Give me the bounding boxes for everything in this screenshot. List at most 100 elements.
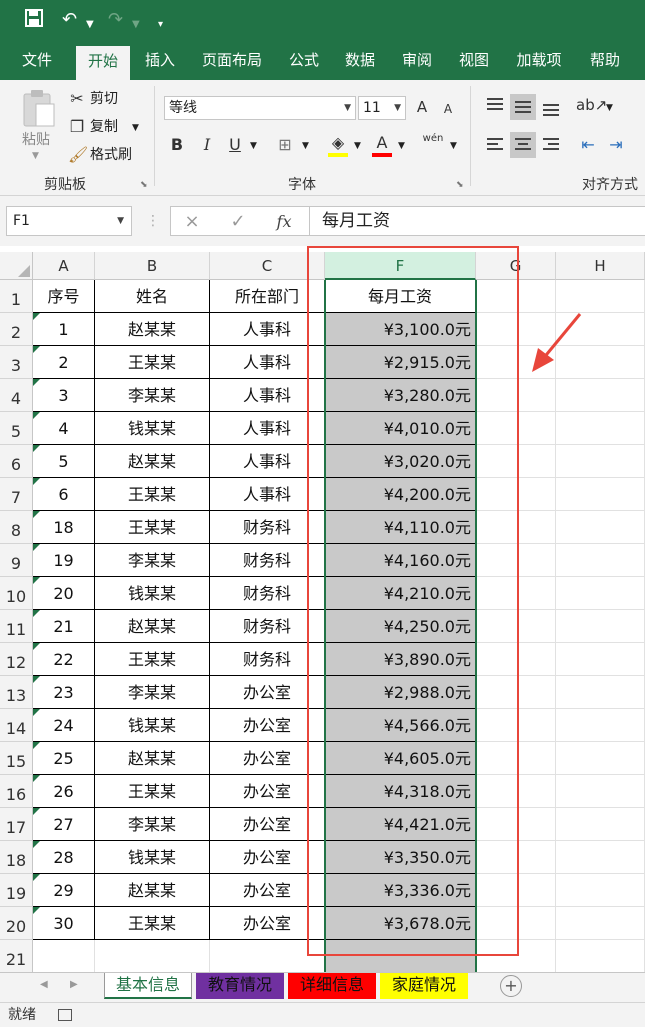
cell-a[interactable]: 26 [33,775,95,808]
cell-a[interactable]: 24 [33,709,95,742]
clipboard-launcher-icon[interactable]: ⬊ [140,180,148,190]
cell-a[interactable]: 4 [33,412,95,445]
empty-cell[interactable] [556,676,645,709]
cell-b[interactable]: 王某某 [95,907,210,940]
cell-b[interactable]: 王某某 [95,478,210,511]
tab-view[interactable]: 视图 [448,42,500,80]
align-bottom-button[interactable] [538,94,564,120]
cell-b[interactable]: 李某某 [95,808,210,841]
row-header[interactable]: 18 [0,841,33,874]
phonetic-guide-icon[interactable]: wén [420,132,446,146]
row-header[interactable]: 3 [0,346,33,379]
macro-record-icon[interactable] [58,1009,72,1021]
cell-f[interactable]: ¥4,010.0元 [325,412,476,445]
empty-cell[interactable] [556,544,645,577]
row-header[interactable]: 17 [0,808,33,841]
empty-cell[interactable] [476,544,556,577]
empty-cell[interactable] [476,610,556,643]
cell-c[interactable]: 财务科 [210,610,325,643]
row-header[interactable]: 12 [0,643,33,676]
copy-button[interactable]: ❐ 复制 ▼ [68,116,144,138]
cell-b[interactable]: 王某某 [95,775,210,808]
italic-button[interactable]: I [196,134,218,156]
tab-insert[interactable]: 插入 [134,42,186,80]
row-header[interactable]: 2 [0,313,33,346]
cell-a[interactable]: 2 [33,346,95,379]
cell-c[interactable]: 人事科 [210,412,325,445]
redo-icon[interactable]: ↷ [108,8,123,32]
cell-b[interactable]: 李某某 [95,379,210,412]
cell-a[interactable]: 21 [33,610,95,643]
cell-b[interactable]: 钱某某 [95,709,210,742]
tab-file[interactable]: 文件 [8,42,66,80]
row-header[interactable]: 9 [0,544,33,577]
align-center-button[interactable] [510,132,536,158]
cell-f[interactable]: ¥4,250.0元 [325,610,476,643]
empty-cell[interactable] [556,874,645,907]
row-header[interactable]: 15 [0,742,33,775]
borders-dropdown-icon[interactable]: ▼ [302,136,309,156]
orientation-icon[interactable]: ab↗ [576,94,607,116]
tab-addins[interactable]: 加载项 [506,42,572,80]
cell-b[interactable]: 钱某某 [95,577,210,610]
tab-home[interactable]: 开始 [76,46,130,80]
cell-c[interactable]: 办公室 [210,709,325,742]
cell-c[interactable]: 办公室 [210,841,325,874]
empty-cell[interactable] [476,907,556,940]
cell-b[interactable]: 赵某某 [95,874,210,907]
cell-f[interactable]: ¥3,100.0元 [325,313,476,346]
cell-b[interactable]: 王某某 [95,346,210,379]
cell-c[interactable]: 办公室 [210,775,325,808]
empty-cell[interactable] [556,280,645,313]
empty-cell[interactable] [556,478,645,511]
formula-input[interactable]: 每月工资 [310,206,645,236]
empty-cell[interactable] [556,577,645,610]
tab-page-layout[interactable]: 页面布局 [192,42,272,80]
cell-a[interactable]: 序号 [33,280,95,313]
cell-b[interactable]: 钱某某 [95,841,210,874]
cell-a[interactable]: 18 [33,511,95,544]
tab-review[interactable]: 审阅 [390,42,444,80]
redo-dropdown-icon[interactable]: ▼ [132,13,140,37]
cell-a[interactable]: 6 [33,478,95,511]
cell-c[interactable]: 人事科 [210,346,325,379]
cell-f[interactable]: ¥3,020.0元 [325,445,476,478]
empty-cell[interactable] [476,676,556,709]
empty-cell[interactable] [476,445,556,478]
row-header[interactable]: 20 [0,907,33,940]
cell-c[interactable]: 财务科 [210,643,325,676]
empty-cell[interactable] [556,412,645,445]
next-sheet-icon[interactable]: ▶ [70,979,78,990]
orientation-dropdown-icon[interactable]: ▼ [606,98,613,118]
bold-button[interactable]: B [166,134,188,156]
cell-c[interactable]: 财务科 [210,577,325,610]
cell-c[interactable]: 所在部门 [210,280,325,313]
cell-f[interactable]: ¥4,210.0元 [325,577,476,610]
cell-c[interactable]: 办公室 [210,907,325,940]
empty-cell[interactable] [556,841,645,874]
empty-cell[interactable] [476,775,556,808]
undo-icon[interactable]: ↶ [62,8,77,32]
cell-b[interactable] [95,940,210,972]
align-top-button[interactable] [482,94,508,120]
cell-c[interactable]: 人事科 [210,313,325,346]
cell-c[interactable]: 财务科 [210,511,325,544]
cell-f[interactable]: ¥3,678.0元 [325,907,476,940]
add-sheet-icon[interactable]: + [500,975,522,997]
cell-a[interactable]: 28 [33,841,95,874]
empty-cell[interactable] [476,379,556,412]
prev-sheet-icon[interactable]: ◀ [40,979,48,990]
row-header[interactable]: 19 [0,874,33,907]
empty-cell[interactable] [556,445,645,478]
cell-b[interactable]: 李某某 [95,676,210,709]
underline-button[interactable]: U [224,134,246,156]
cell-b[interactable]: 赵某某 [95,742,210,775]
cell-c[interactable]: 办公室 [210,874,325,907]
cell-c[interactable]: 人事科 [210,379,325,412]
cell-b[interactable]: 王某某 [95,643,210,676]
empty-cell[interactable] [476,808,556,841]
fill-color-button[interactable]: ◈ [326,132,350,158]
cell-b[interactable]: 李某某 [95,544,210,577]
drag-handle-icon[interactable]: ⋮ [146,206,160,236]
row-header[interactable]: 21 [0,940,33,972]
